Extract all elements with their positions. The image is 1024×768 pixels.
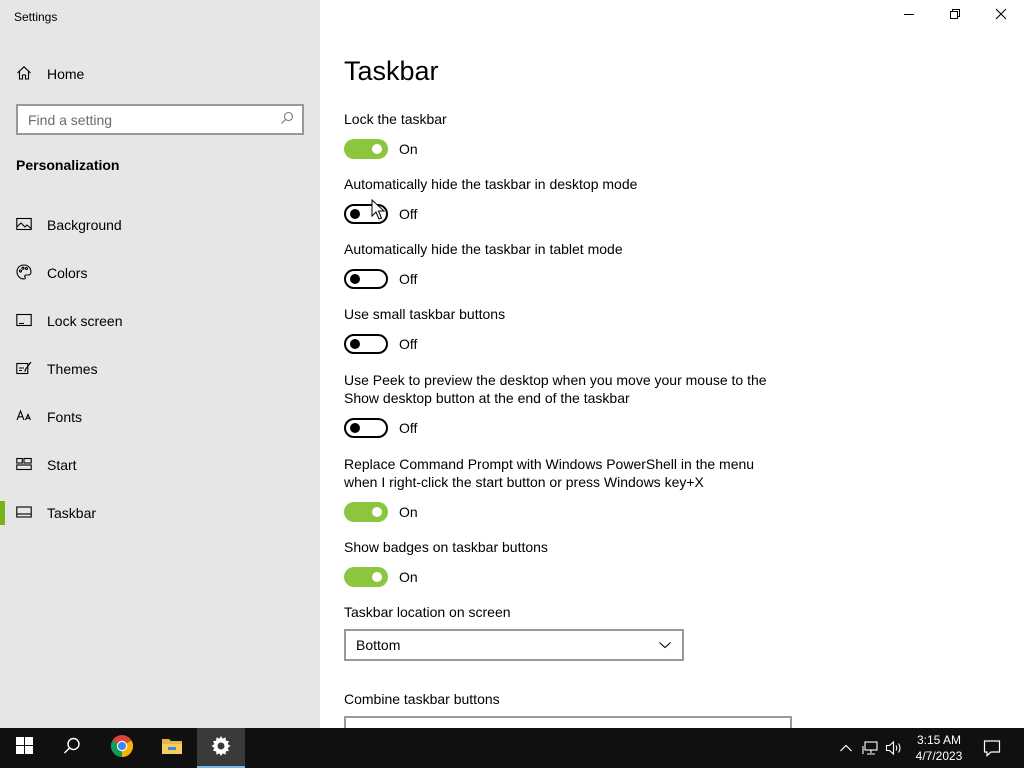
toggle-knob <box>372 144 382 154</box>
taskbar-location-dropdown[interactable]: Bottom <box>344 629 684 661</box>
setting-label-small-buttons: Use small taskbar buttons <box>344 306 506 322</box>
toggle-row-lock-taskbar: On <box>344 138 418 160</box>
fonts-icon <box>16 408 32 427</box>
location-value: Bottom <box>356 637 401 653</box>
clock-time: 3:15 AM <box>916 733 962 747</box>
toggle-state: Off <box>399 271 418 287</box>
taskbar-icon <box>16 504 32 523</box>
chrome-icon <box>110 734 134 763</box>
chevron-down-icon <box>658 637 672 653</box>
volume-icon[interactable] <box>884 738 904 758</box>
sidebar-item-label: Colors <box>47 265 88 281</box>
sidebar-item-label: Start <box>47 457 77 473</box>
sidebar-item-fonts[interactable]: Fonts <box>0 397 320 437</box>
location-label: Taskbar location on screen <box>344 604 511 620</box>
autohide-tablet-toggle[interactable] <box>344 269 388 289</box>
sidebar-item-label: Fonts <box>47 409 83 425</box>
badges-toggle[interactable] <box>344 567 388 587</box>
setting-label-powershell: Replace Command Prompt with Windows Powe… <box>344 456 755 490</box>
toggle-state: Off <box>399 420 418 436</box>
sidebar: Settings Home Find a setting Personaliza… <box>0 0 320 728</box>
window-title: Settings <box>14 10 58 24</box>
toggle-state: Off <box>399 206 418 222</box>
sidebar-item-lock-screen[interactable]: Lock screen <box>0 301 320 341</box>
combine-label: Combine taskbar buttons <box>344 691 500 707</box>
toggle-knob <box>350 339 360 349</box>
toggle-state: On <box>399 569 418 585</box>
toggle-row-peek: Off <box>344 417 417 439</box>
sidebar-item-background[interactable]: Background <box>0 205 320 245</box>
toggle-row-badges: On <box>344 566 418 588</box>
search-placeholder: Find a setting <box>28 111 113 128</box>
toggle-knob <box>372 507 382 517</box>
search-icon <box>63 737 81 760</box>
combine-buttons-dropdown[interactable] <box>344 716 792 728</box>
start-button[interactable] <box>0 728 48 768</box>
network-icon[interactable] <box>861 738 881 758</box>
sidebar-item-label: Background <box>47 217 122 233</box>
toggle-row-powershell: On <box>344 501 418 523</box>
toggle-state: On <box>399 504 418 520</box>
palette-icon <box>16 263 32 283</box>
restore-icon <box>949 7 961 25</box>
toggle-state: On <box>399 141 418 157</box>
minimize-button[interactable] <box>886 0 932 32</box>
sidebar-item-label: Themes <box>47 361 98 377</box>
toggle-knob <box>350 423 360 433</box>
powershell-toggle[interactable] <box>344 502 388 522</box>
restore-button[interactable] <box>932 0 978 32</box>
file-explorer-icon <box>161 736 183 761</box>
lock-screen-icon <box>16 312 32 331</box>
sidebar-item-label: Lock screen <box>47 313 123 329</box>
toggle-knob <box>372 572 382 582</box>
setting-label-badges: Show badges on taskbar buttons <box>344 539 548 555</box>
minimize-icon <box>903 7 915 25</box>
themes-icon <box>16 360 32 379</box>
action-center-icon[interactable] <box>982 738 1002 758</box>
settings-gear-icon <box>211 735 231 761</box>
section-title: Personalization <box>16 157 120 173</box>
close-button[interactable] <box>978 0 1024 32</box>
clock-date: 4/7/2023 <box>915 749 963 763</box>
sidebar-item-label: Taskbar <box>47 505 97 521</box>
show-hidden-icons-chevron-up-icon[interactable] <box>836 738 856 758</box>
sidebar-item-taskbar[interactable]: Taskbar <box>0 493 320 533</box>
setting-label-autohide-tablet: Automatically hide the taskbar in tablet… <box>344 241 623 257</box>
toggle-state: Off <box>399 336 418 352</box>
sidebar-item-themes[interactable]: Themes <box>0 349 320 389</box>
chrome-taskbar-button[interactable] <box>98 728 146 768</box>
clock[interactable]: 3:15 AM 4/7/2023 <box>906 732 972 764</box>
settings-taskbar-button[interactable] <box>197 728 245 768</box>
setting-label-lock-taskbar: Lock the taskbar <box>344 111 447 127</box>
lock-taskbar-toggle[interactable] <box>344 139 388 159</box>
search-input[interactable]: Find a setting <box>16 104 304 135</box>
peek-toggle[interactable] <box>344 418 388 438</box>
file-explorer-taskbar-button[interactable] <box>148 728 196 768</box>
home-icon <box>16 65 32 84</box>
search-icon <box>280 111 294 128</box>
setting-label-peek: Use Peek to preview the desktop when you… <box>344 372 767 406</box>
taskbar: 3:15 AM 4/7/2023 <box>0 728 1024 768</box>
small-buttons-toggle[interactable] <box>344 334 388 354</box>
close-icon <box>995 7 1007 25</box>
start-icon <box>16 456 32 475</box>
toggle-knob <box>350 274 360 284</box>
home-nav-item[interactable]: Home <box>16 62 84 86</box>
sidebar-item-colors[interactable]: Colors <box>0 253 320 293</box>
setting-label-autohide-desktop: Automatically hide the taskbar in deskto… <box>344 176 638 192</box>
toggle-row-autohide-tablet: Off <box>344 268 417 290</box>
toggle-knob <box>350 209 360 219</box>
taskbar-search-button[interactable] <box>48 728 96 768</box>
windows-start-icon <box>15 737 33 759</box>
picture-icon <box>16 216 32 235</box>
sidebar-item-start[interactable]: Start <box>0 445 320 485</box>
toggle-row-small-buttons: Off <box>344 333 417 355</box>
home-label: Home <box>47 66 85 82</box>
page-title: Taskbar <box>344 56 439 86</box>
mouse-cursor-icon <box>371 198 386 226</box>
